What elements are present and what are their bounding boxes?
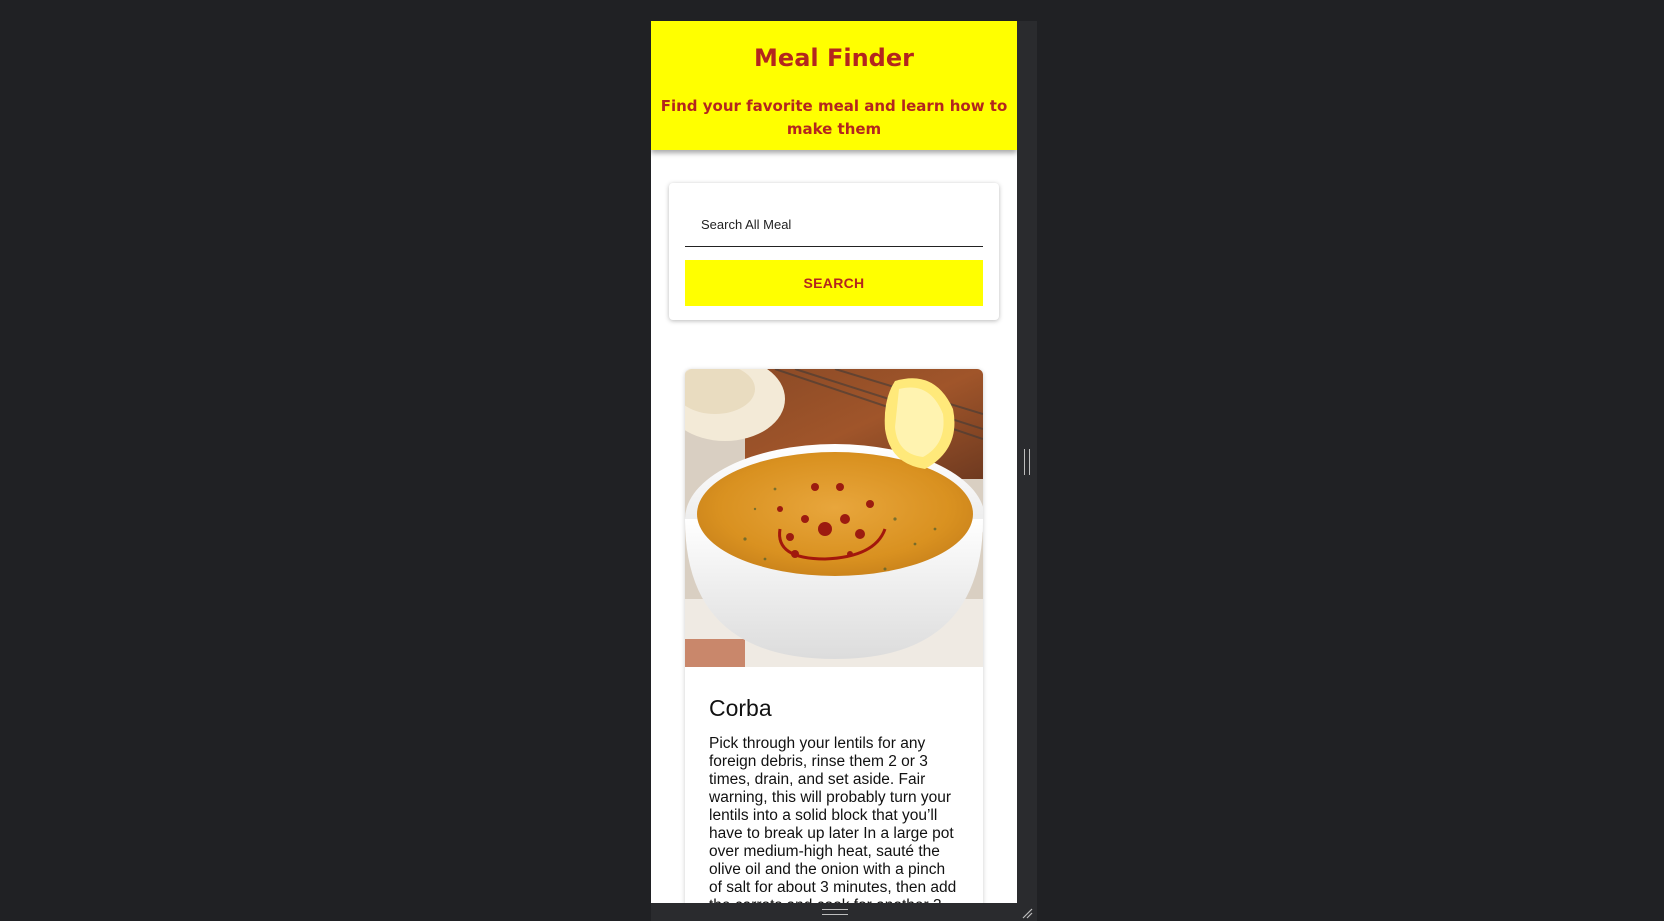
meal-title: Corba	[709, 695, 772, 721]
search-input[interactable]	[685, 203, 983, 247]
search-card: SEARCH	[669, 183, 999, 320]
bottom-resize-handle-icon[interactable]	[822, 909, 848, 915]
page-subtitle: Find your favorite meal and learn how to…	[660, 97, 1008, 138]
app-header: Meal Finder Find your favorite meal and …	[651, 21, 1017, 150]
side-resize-handle-icon[interactable]	[1024, 449, 1030, 475]
bottom-resize-bar	[651, 903, 1037, 921]
meal-description: Pick through your lentils for any foreig…	[709, 735, 957, 903]
app-viewport: Meal Finder Find your favorite meal and …	[651, 21, 1017, 903]
corner-resize-icon[interactable]	[1021, 907, 1033, 919]
search-button[interactable]: SEARCH	[685, 260, 983, 306]
meal-image	[685, 369, 983, 667]
meal-card[interactable]: Corba Pick through your lentils for any …	[685, 369, 983, 903]
page-title: Meal Finder	[754, 44, 914, 72]
